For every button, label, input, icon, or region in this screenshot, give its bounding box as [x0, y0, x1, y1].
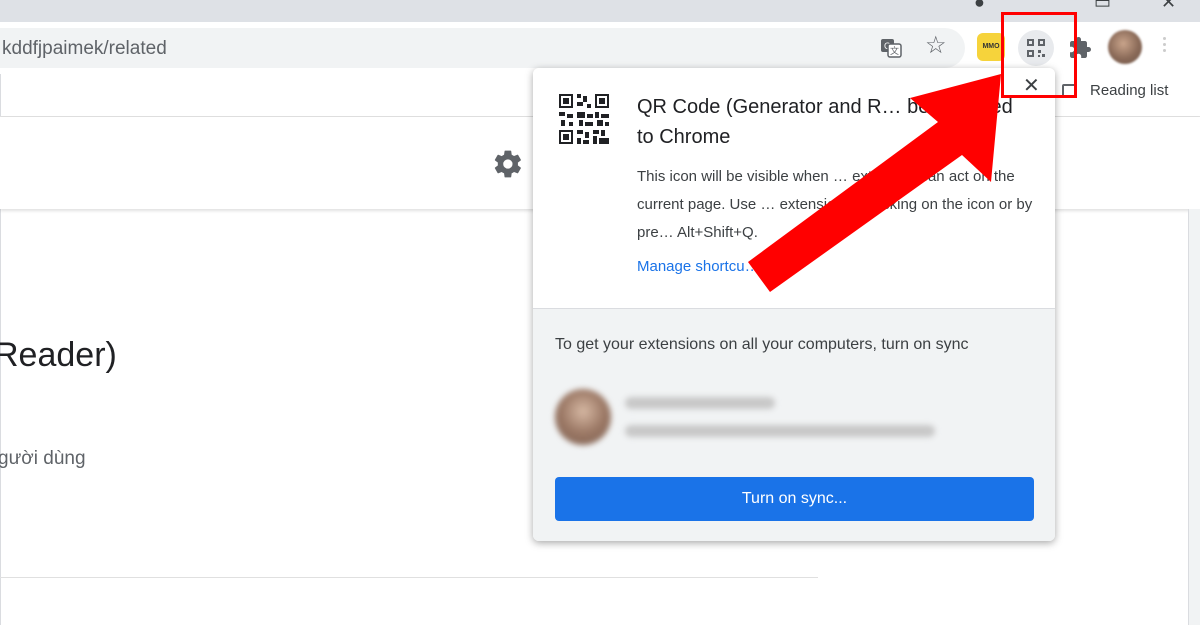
reading-list-button[interactable]: Reading list [1062, 82, 1168, 99]
sync-prompt: To get your extensions on all your compu… [555, 336, 969, 353]
bubble-title: QR Code (Generator and R… been added to … [637, 96, 1013, 148]
account-icon[interactable]: ● [974, 0, 985, 13]
close-window-icon[interactable]: ✕ [1161, 0, 1176, 13]
annotation-highlight-box [1001, 12, 1077, 98]
turn-on-sync-button[interactable]: Turn on sync... [555, 477, 1034, 521]
gear-icon[interactable] [492, 148, 524, 180]
bubble-main-section: QR Code (Generator and R… been added to … [533, 68, 1055, 308]
page-scrollbar[interactable] [1188, 209, 1200, 625]
profile-avatar[interactable] [1108, 30, 1142, 64]
window-controls: ● ▭ ✕ [966, 0, 1200, 13]
content-divider [0, 577, 818, 578]
manage-shortcuts-link[interactable]: Manage shortcu… [637, 258, 760, 275]
extension-title: Reader) [0, 336, 117, 374]
svg-text:文: 文 [890, 45, 899, 56]
sync-account-name-blurred [625, 397, 775, 409]
user-count: gười dùng [0, 448, 86, 469]
address-bar[interactable]: kddfjpaimek/related [0, 28, 965, 68]
extension-installed-bubble: QR Code (Generator and R… been added to … [533, 68, 1055, 541]
reading-list-label: Reading list [1090, 82, 1169, 99]
qr-code-icon [559, 94, 609, 144]
browser-menu-icon[interactable] [1163, 34, 1167, 58]
star-icon[interactable]: ☆ [925, 34, 947, 58]
translate-icon[interactable]: G 文 [880, 37, 902, 59]
restore-window-icon[interactable]: ▭ [1094, 0, 1111, 13]
ext-badge-text: MMO [982, 43, 1000, 50]
sync-section: To get your extensions on all your compu… [533, 308, 1055, 541]
url-text: kddfjpaimek/related [2, 38, 167, 59]
sync-account-avatar [555, 389, 611, 445]
sync-account-email-blurred [625, 425, 935, 437]
bubble-description: This icon will be visible when … extensi… [637, 168, 1033, 241]
